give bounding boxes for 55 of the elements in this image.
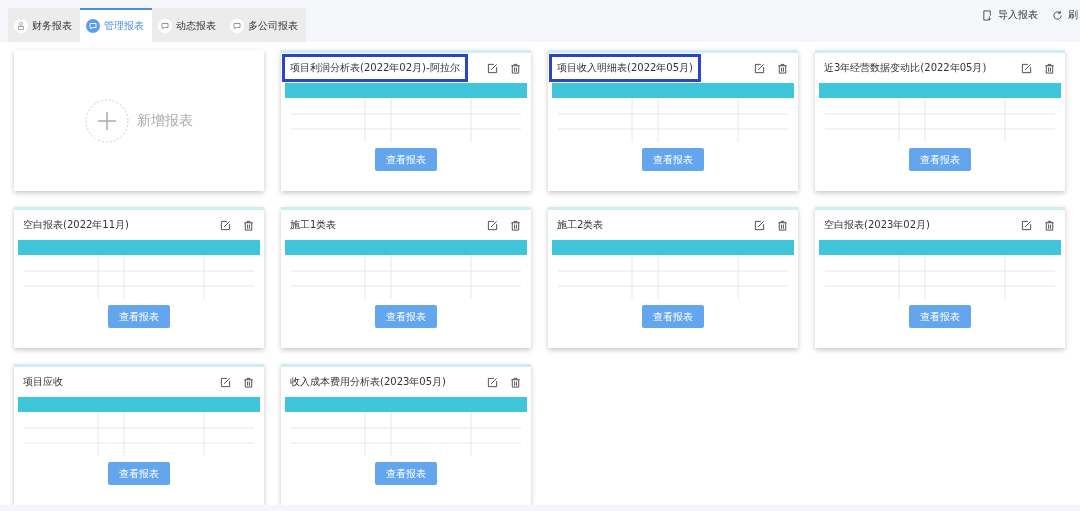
edit-icon[interactable]: [754, 62, 765, 74]
tab-label: 动态报表: [176, 19, 216, 33]
delete-icon[interactable]: [243, 219, 254, 231]
edit-icon[interactable]: [220, 376, 231, 388]
delete-icon[interactable]: [1044, 62, 1055, 74]
import-button[interactable]: 导入报表: [982, 8, 1038, 22]
delete-icon[interactable]: [777, 219, 788, 231]
report-title: 项目利润分析表(2022年02月)-阿拉尔: [282, 54, 468, 82]
edit-icon[interactable]: [1021, 62, 1032, 74]
tab[interactable]: 多公司报表: [224, 8, 306, 42]
report-title: 项目应收: [22, 375, 64, 389]
view-report-button[interactable]: 查看报表: [909, 148, 971, 171]
delete-icon[interactable]: [243, 376, 254, 388]
delete-icon[interactable]: [510, 219, 521, 231]
tab[interactable]: 动态报表: [152, 8, 224, 42]
report-title: 空白报表(2023年02月): [823, 218, 931, 232]
report-title: 施工2类表: [556, 218, 605, 232]
view-report-button[interactable]: 查看报表: [108, 305, 170, 328]
view-report-button[interactable]: 查看报表: [642, 305, 704, 328]
delete-icon[interactable]: [510, 376, 521, 388]
edit-icon[interactable]: [1021, 219, 1032, 231]
report-title: 收入成本费用分析表(2023年05月): [289, 375, 447, 389]
tab-label: 管理报表: [104, 19, 144, 33]
tab-label: 多公司报表: [248, 19, 298, 33]
delete-icon[interactable]: [1044, 219, 1055, 231]
tab[interactable]: 管理报表: [80, 8, 152, 42]
add-report-card[interactable]: 新增报表: [14, 50, 264, 191]
view-report-button[interactable]: 查看报表: [375, 148, 437, 171]
report-title: 项目收入明细表(2022年05月): [549, 54, 701, 82]
person-icon: [14, 19, 28, 33]
edit-icon[interactable]: [754, 219, 765, 231]
add-report-label: 新增报表: [137, 111, 193, 130]
refresh-icon: [1052, 9, 1063, 21]
plus-icon: [85, 98, 129, 143]
refresh-button[interactable]: 刷: [1052, 8, 1078, 22]
report-title: 施工1类表: [289, 218, 338, 232]
view-report-button[interactable]: 查看报表: [909, 305, 971, 328]
view-report-button[interactable]: 查看报表: [375, 462, 437, 485]
edit-icon[interactable]: [487, 219, 498, 231]
delete-icon[interactable]: [777, 62, 788, 74]
tab[interactable]: 财务报表: [8, 8, 80, 42]
tab-label: 财务报表: [32, 19, 72, 33]
edit-icon[interactable]: [487, 62, 498, 74]
view-report-button[interactable]: 查看报表: [375, 305, 437, 328]
edit-icon[interactable]: [220, 219, 231, 231]
report-title: 近3年经营数据变动比(2022年05月): [823, 61, 988, 75]
chat-icon: [230, 19, 244, 33]
chat-icon: [86, 19, 100, 33]
report-title: 空白报表(2022年11月): [22, 218, 130, 232]
chat-icon: [158, 19, 172, 33]
delete-icon[interactable]: [510, 62, 521, 74]
import-icon: [982, 9, 993, 21]
view-report-button[interactable]: 查看报表: [642, 148, 704, 171]
edit-icon[interactable]: [487, 376, 498, 388]
view-report-button[interactable]: 查看报表: [108, 462, 170, 485]
